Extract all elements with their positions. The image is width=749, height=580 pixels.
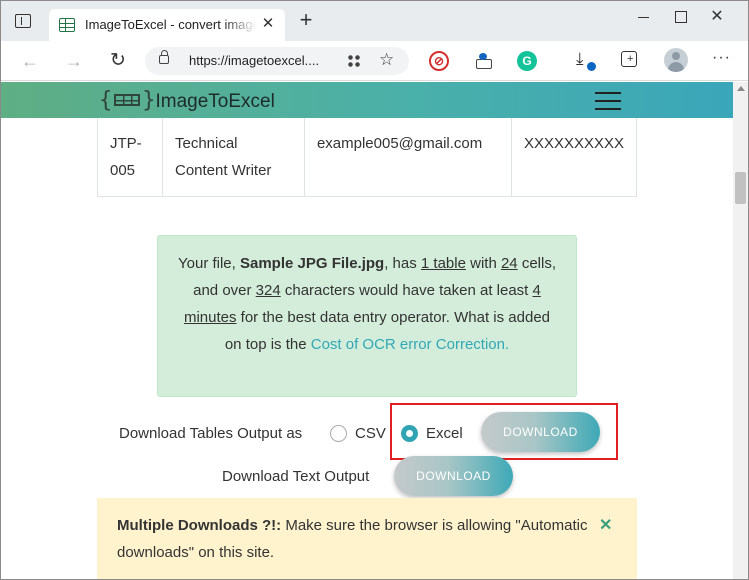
tab-actions-icon[interactable]	[15, 14, 31, 28]
multiple-downloads-alert: Multiple Downloads ?!: Make sure the bro…	[97, 498, 637, 579]
download-text-button[interactable]: DOWNLOAD	[394, 456, 513, 496]
tab-imagetoexcel[interactable]: ImageToExcel - convert image to ✕	[49, 9, 285, 41]
maximize-button[interactable]	[670, 7, 690, 27]
file-name: Sample JPG File.jpg	[240, 255, 385, 272]
page-scrollbar[interactable]	[733, 82, 748, 579]
lock-icon[interactable]	[159, 50, 169, 64]
profile-avatar[interactable]	[664, 48, 688, 72]
scroll-up-arrow-icon[interactable]	[737, 86, 745, 91]
hamburger-menu-icon[interactable]	[595, 92, 621, 110]
download-text-label: Download Text Output	[222, 468, 370, 485]
brand-name: ImageToExcel	[155, 91, 275, 112]
table-cell: XXXXXXXXXX	[510, 118, 638, 197]
table-icon	[114, 94, 141, 106]
table-count: 1 table	[420, 255, 466, 272]
tab-title: ImageToExcel - convert image to	[85, 17, 257, 32]
ad-blocker-extension-icon[interactable]: ⊘	[429, 51, 449, 71]
brand-logo[interactable]: {}ImageToExcel	[99, 88, 275, 113]
browser-window: ImageToExcel - convert image to ✕ + ✕ ← …	[0, 0, 749, 580]
scroll-thumb[interactable]	[735, 172, 746, 204]
site-header: {}ImageToExcel	[1, 82, 733, 118]
ocr-cost-link[interactable]: Cost of OCR error Correction.	[311, 336, 509, 353]
grammarly-extension-icon[interactable]: G	[517, 51, 537, 71]
tab-close-icon[interactable]: ✕	[259, 15, 277, 33]
tab-strip: ImageToExcel - convert image to ✕ + ✕	[1, 1, 748, 41]
download-tables-label: Download Tables Output as	[119, 425, 303, 442]
table-row: JTP-005 Technical Content Writer example…	[97, 118, 638, 197]
app-available-icon[interactable]	[347, 54, 361, 68]
forward-button[interactable]: →	[63, 50, 85, 72]
csv-radio-label[interactable]: CSV	[355, 425, 386, 442]
excel-favicon-icon	[59, 18, 75, 32]
download-badge-icon	[587, 62, 596, 71]
address-bar[interactable]: https://imagetoexcel.... ☆	[145, 47, 409, 75]
table-cell: Technical Content Writer	[161, 118, 305, 197]
add-favorite-icon[interactable]: ☆	[379, 50, 394, 70]
settings-menu-icon[interactable]: ···	[712, 49, 731, 67]
url-text[interactable]: https://imagetoexcel....	[189, 53, 319, 68]
page-viewport: {}ImageToExcel JTP-005 Technical Content…	[1, 82, 733, 579]
table-cell: JTP-005	[97, 118, 163, 197]
reload-button[interactable]: ↻	[107, 50, 129, 72]
new-tab-button[interactable]: +	[295, 9, 317, 32]
back-button[interactable]: ←	[19, 50, 41, 72]
downloads-icon[interactable]: ⤓	[576, 49, 584, 69]
close-window-button[interactable]: ✕	[707, 7, 727, 27]
conversion-info-box: Your file, Sample JPG File.jpg, has 1 ta…	[157, 235, 577, 397]
highlight-annotation	[390, 403, 618, 460]
char-count: 324	[255, 282, 281, 299]
table-cell: example005@gmail.com	[303, 118, 512, 197]
cell-count: 24	[500, 255, 518, 272]
result-table: JTP-005 Technical Content Writer example…	[97, 118, 638, 197]
csv-radio[interactable]	[330, 425, 347, 442]
browser-toolbar: ← → ↻ https://imagetoexcel.... ☆ ⊘ G ⤓ ·…	[1, 41, 748, 81]
collections-icon[interactable]	[621, 51, 637, 67]
alert-title: Multiple Downloads ?!:	[117, 517, 282, 534]
minimize-button[interactable]	[634, 7, 654, 27]
print-extension-icon[interactable]	[473, 51, 493, 71]
alert-close-icon[interactable]: ✕	[599, 512, 612, 539]
